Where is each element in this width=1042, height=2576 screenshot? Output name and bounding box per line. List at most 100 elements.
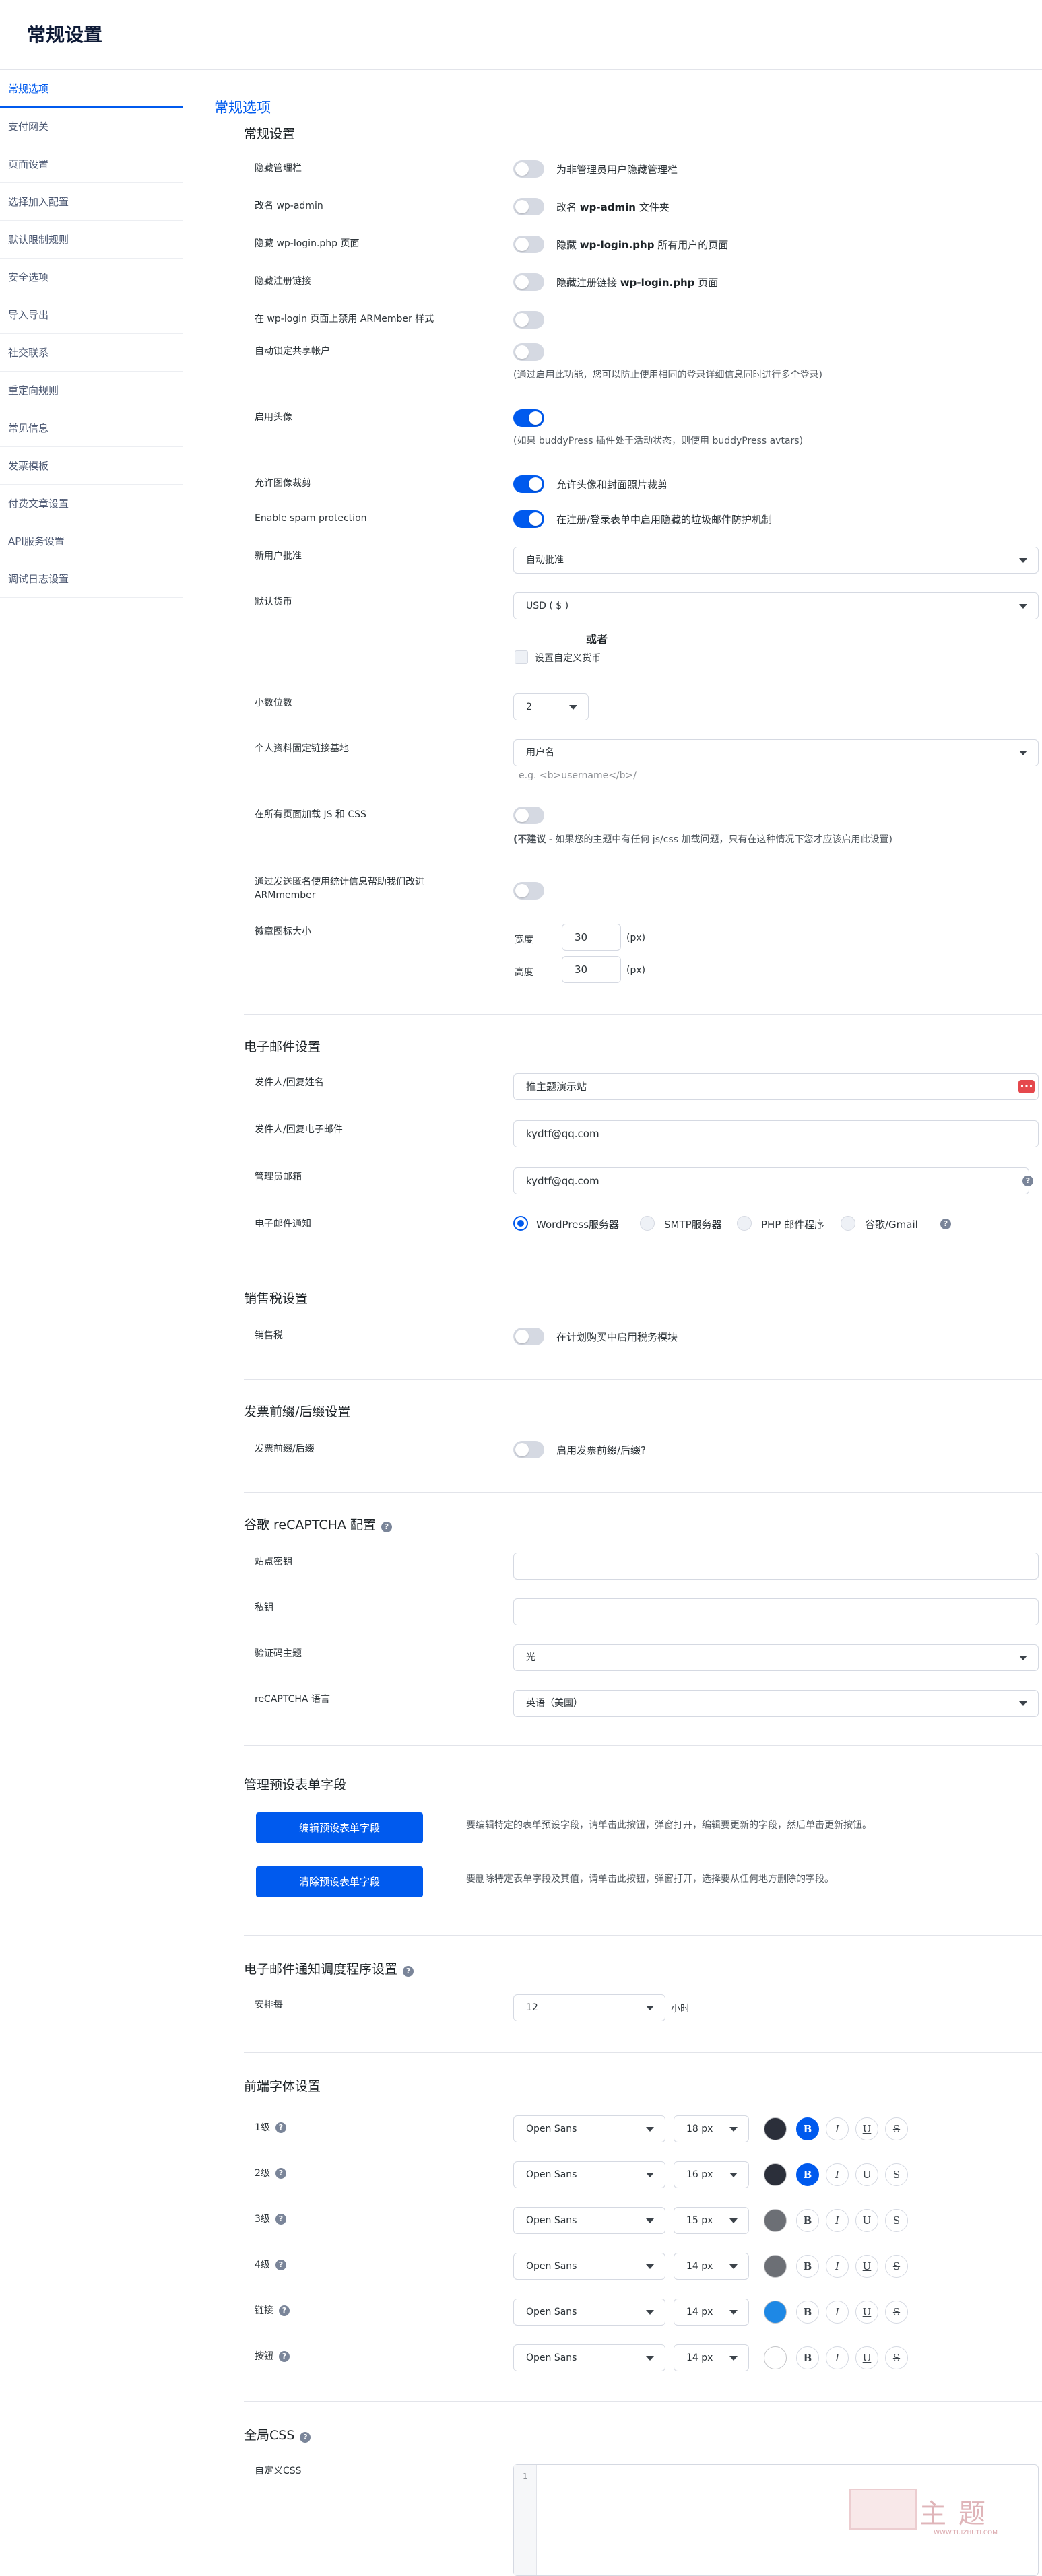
underline-toggle-button[interactable]: U (855, 2117, 878, 2140)
font-color-swatch[interactable] (764, 2117, 787, 2140)
bold-toggle-button[interactable]: B (796, 2255, 819, 2278)
strike-toggle-button[interactable]: S (885, 2163, 908, 2186)
font-color-swatch[interactable] (764, 2209, 787, 2232)
font-family-select[interactable]: Open Sans (513, 2161, 665, 2188)
secret-key-input[interactable] (513, 1598, 1039, 1625)
italic-toggle-button[interactable]: I (826, 2301, 849, 2324)
strike-toggle-button[interactable]: S (885, 2209, 908, 2232)
font-color-swatch[interactable] (764, 2301, 787, 2324)
badge-height-input[interactable]: 30 (562, 956, 621, 983)
bold-toggle-button[interactable]: B (796, 2163, 819, 2186)
sidebar-item-security[interactable]: 安全选项 (0, 259, 183, 296)
hide-wp-login-toggle[interactable] (513, 236, 544, 253)
recaptcha-language-select[interactable]: 英语（美国） (513, 1690, 1039, 1717)
italic-toggle-button[interactable]: I (826, 2209, 849, 2232)
help-icon[interactable]: ? (940, 1219, 951, 1229)
admin-email-input[interactable]: kydtf@qq.com (513, 1167, 1029, 1194)
hide-admin-bar-toggle[interactable] (513, 160, 544, 178)
strike-toggle-button[interactable]: S (885, 2117, 908, 2140)
font-color-swatch[interactable] (764, 2255, 787, 2278)
rename-wp-admin-toggle[interactable] (513, 198, 544, 215)
bold-toggle-button[interactable]: B (796, 2117, 819, 2140)
italic-toggle-button[interactable]: I (826, 2117, 849, 2140)
sales-tax-toggle[interactable] (513, 1328, 544, 1345)
custom-css-editor[interactable]: 1 主题 WWW.TUIZHUTI.COM (513, 2464, 1039, 2576)
radio-wordpress-server[interactable] (513, 1216, 528, 1231)
help-icon[interactable]: ? (279, 2305, 290, 2316)
sidebar-item-social-connect[interactable]: 社交联系 (0, 334, 183, 372)
font-size-select[interactable]: 18 px (674, 2115, 749, 2142)
sidebar-item-api-service[interactable]: API服务设置 (0, 522, 183, 560)
font-color-swatch[interactable] (764, 2163, 787, 2186)
default-currency-select[interactable]: USD ( $ ) (513, 592, 1039, 619)
sidebar-item-paid-post[interactable]: 付费文章设置 (0, 485, 183, 522)
from-email-input[interactable]: kydtf@qq.com (513, 1120, 1039, 1147)
clear-preset-fields-button[interactable]: 清除预设表单字段 (256, 1866, 423, 1897)
help-icon[interactable]: ? (275, 2214, 286, 2225)
underline-toggle-button[interactable]: U (855, 2209, 878, 2232)
scheduler-hours-select[interactable]: 12 (513, 1994, 665, 2021)
new-user-approval-select[interactable]: 自动批准 (513, 547, 1039, 574)
font-family-select[interactable]: Open Sans (513, 2207, 665, 2234)
profile-permalink-select[interactable]: 用户名 (513, 739, 1039, 766)
underline-toggle-button[interactable]: U (855, 2255, 878, 2278)
enable-avatar-toggle[interactable] (513, 409, 544, 427)
radio-gmail[interactable] (841, 1216, 855, 1231)
underline-toggle-button[interactable]: U (855, 2346, 878, 2369)
sidebar-item-page-setup[interactable]: 页面设置 (0, 145, 183, 183)
radio-php-mailer[interactable] (737, 1216, 752, 1231)
custom-currency-checkbox[interactable] (515, 650, 528, 664)
invoice-prefix-toggle[interactable] (513, 1441, 544, 1458)
strike-toggle-button[interactable]: S (885, 2301, 908, 2324)
from-name-input[interactable]: 推主题演示站 (513, 1073, 1039, 1100)
sidebar-item-general[interactable]: 常规选项 (0, 70, 183, 108)
bold-toggle-button[interactable]: B (796, 2301, 819, 2324)
edit-preset-fields-button[interactable]: 编辑预设表单字段 (256, 1812, 423, 1843)
bold-toggle-button[interactable]: B (796, 2346, 819, 2369)
underline-toggle-button[interactable]: U (855, 2163, 878, 2186)
font-size-select[interactable]: 14 px (674, 2299, 749, 2326)
radio-smtp-server[interactable] (640, 1216, 655, 1231)
auto-lock-shared-toggle[interactable] (513, 343, 544, 361)
spam-protection-toggle[interactable] (513, 510, 544, 528)
disable-armember-style-toggle[interactable] (513, 311, 544, 329)
load-js-css-toggle[interactable] (513, 807, 544, 824)
italic-toggle-button[interactable]: I (826, 2346, 849, 2369)
help-icon[interactable]: ? (275, 2260, 286, 2270)
font-family-select[interactable]: Open Sans (513, 2299, 665, 2326)
sidebar-item-redirection[interactable]: 重定向规则 (0, 372, 183, 409)
sidebar-item-common-messages[interactable]: 常见信息 (0, 409, 183, 447)
help-icon[interactable]: ? (403, 1966, 414, 1977)
font-family-select[interactable]: Open Sans (513, 2253, 665, 2280)
help-icon[interactable]: ? (279, 2351, 290, 2362)
italic-toggle-button[interactable]: I (826, 2255, 849, 2278)
italic-toggle-button[interactable]: I (826, 2163, 849, 2186)
help-icon[interactable]: ? (300, 2432, 311, 2443)
font-color-swatch[interactable] (764, 2346, 787, 2369)
font-family-select[interactable]: Open Sans (513, 2115, 665, 2142)
decimals-select[interactable]: 2 (513, 693, 589, 720)
sidebar-item-default-restriction[interactable]: 默认限制规则 (0, 221, 183, 259)
sidebar-item-opt-ins[interactable]: 选择加入配置 (0, 183, 183, 221)
help-icon[interactable]: ? (381, 1522, 392, 1532)
sidebar-item-invoice-template[interactable]: 发票模板 (0, 447, 183, 485)
font-size-select[interactable]: 14 px (674, 2253, 749, 2280)
captcha-theme-select[interactable]: 光 (513, 1644, 1039, 1671)
badge-width-input[interactable]: 30 (562, 924, 621, 951)
sidebar-item-import-export[interactable]: 导入导出 (0, 296, 183, 334)
strike-toggle-button[interactable]: S (885, 2346, 908, 2369)
font-size-select[interactable]: 15 px (674, 2207, 749, 2234)
font-size-select[interactable]: 14 px (674, 2344, 749, 2371)
password-manager-icon[interactable]: ••• (1018, 1080, 1035, 1093)
sidebar-item-debug-log[interactable]: 调试日志设置 (0, 560, 183, 598)
allow-crop-toggle[interactable] (513, 475, 544, 493)
help-icon[interactable]: ? (275, 2122, 286, 2133)
hide-register-link-toggle[interactable] (513, 273, 544, 291)
underline-toggle-button[interactable]: U (855, 2301, 878, 2324)
sidebar-item-payment-gateway[interactable]: 支付网关 (0, 108, 183, 145)
strike-toggle-button[interactable]: S (885, 2255, 908, 2278)
bold-toggle-button[interactable]: B (796, 2209, 819, 2232)
anonymous-stats-toggle[interactable] (513, 882, 544, 900)
site-key-input[interactable] (513, 1553, 1039, 1580)
help-icon[interactable]: ? (275, 2168, 286, 2179)
